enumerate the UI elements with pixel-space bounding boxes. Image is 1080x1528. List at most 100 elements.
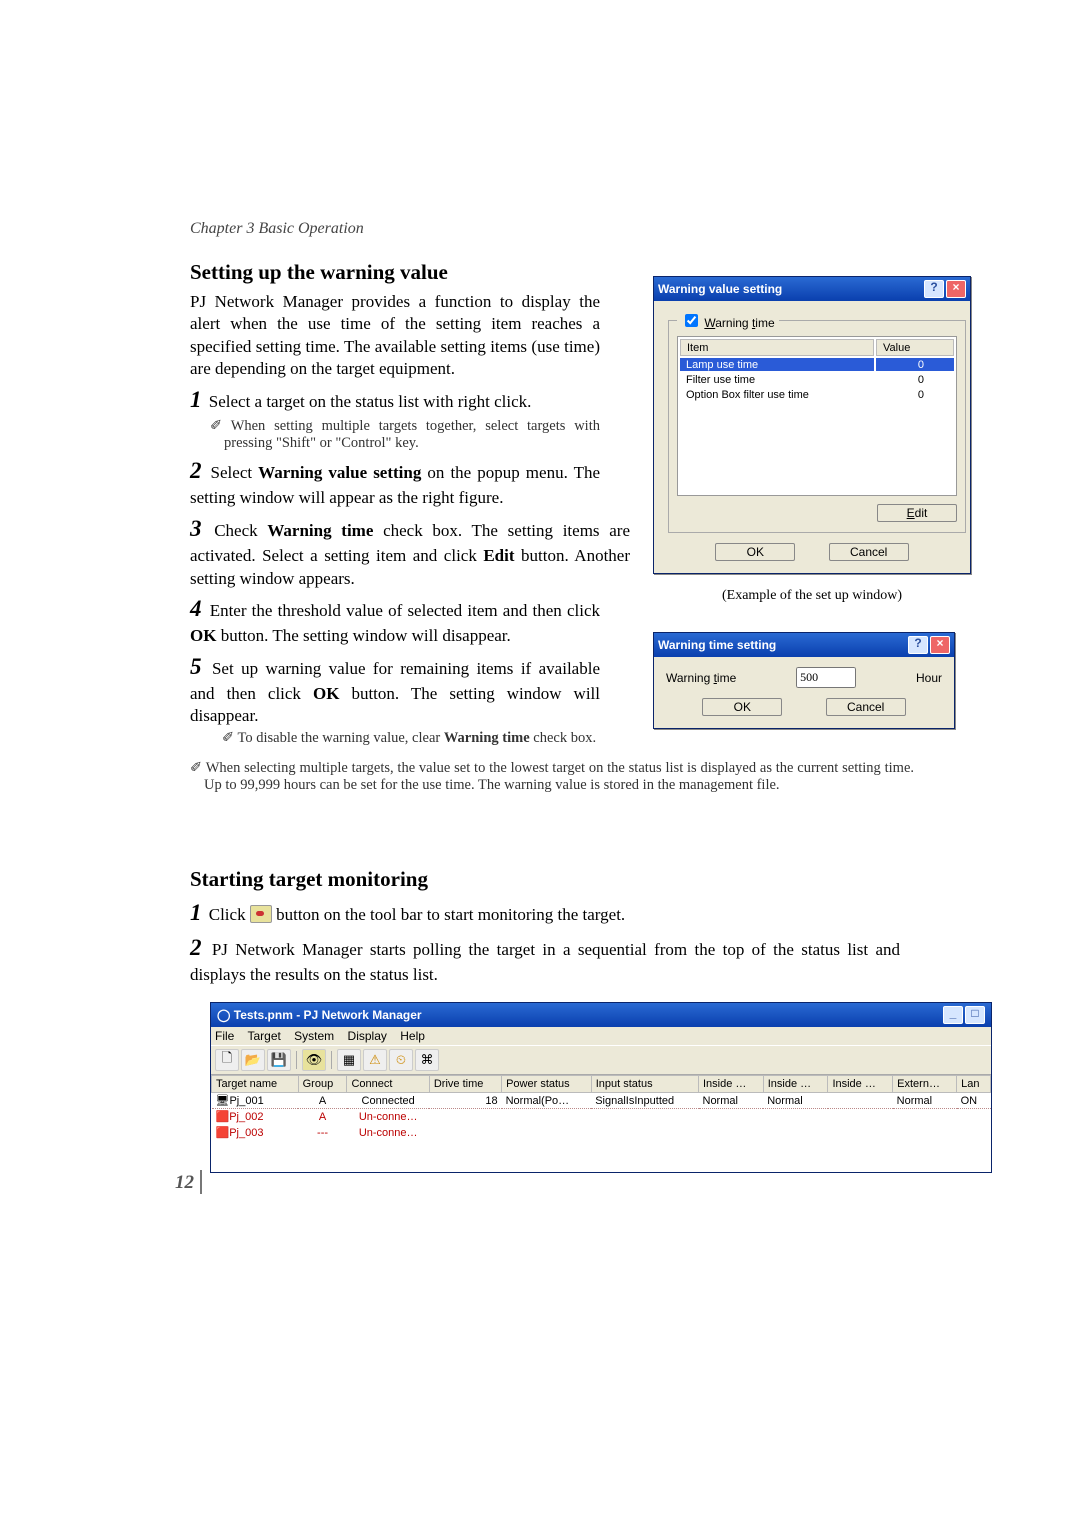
t: 0 [876,388,954,401]
ok-button[interactable]: OK [702,698,782,716]
maximize-icon[interactable]: □ [965,1006,985,1024]
step-3: 3 Check Warning time check box. The sett… [190,514,630,590]
table-row[interactable]: 🟥Pj_002 A Un-conne… [212,1109,991,1125]
step1-text: Select a target on the status list with … [209,392,532,411]
table-row[interactable]: 🖥Pj_001 A Connected 18 Normal(Po… Signal… [212,1093,991,1109]
t: SignalIsInputted [591,1093,698,1109]
col-item[interactable]: Item [680,339,874,356]
table-row[interactable]: Filter use time0 [680,373,954,386]
section2-heading: Starting target monitoring [190,867,905,892]
t: Lamp use time [680,358,874,371]
open-icon[interactable]: 📂 [241,1049,265,1071]
t: OK [190,626,216,645]
col-target-name[interactable]: Target name [212,1076,299,1093]
t: ime [755,316,774,330]
t: button on the tool bar to start monitori… [272,905,625,924]
menu-file[interactable]: File [215,1029,234,1043]
t: Normal [699,1093,764,1109]
cancel-button[interactable]: Cancel [829,543,909,561]
t: 18 [429,1093,501,1109]
t: ON [957,1093,991,1109]
t: Normal [893,1093,957,1109]
projector-icon: 🖥 [216,1095,230,1107]
warning-time-input[interactable] [796,667,856,688]
s2-step-2: 2 PJ Network Manager starts polling the … [190,933,900,987]
t: Un-conne… [347,1125,429,1141]
t: To disable the warning value, clear [238,730,444,746]
toolbar-separator [296,1051,297,1069]
step-5: 5 Set up warning value for remaining ite… [190,652,600,728]
projector-error-icon: 🟥 [216,1111,230,1123]
ok-button[interactable]: OK [715,543,795,561]
warning-icon[interactable]: ⚠ [363,1049,387,1071]
app-titlebar[interactable]: ◯ Tests.pnm - PJ Network Manager _ □ [211,1003,991,1027]
menu-target[interactable]: Target [247,1029,280,1043]
menu-display[interactable]: Display [348,1029,387,1043]
help-icon[interactable]: ? [908,636,928,654]
help-icon[interactable]: ? [924,280,944,298]
t: check box. [530,730,596,746]
warning-value-dialog: Warning value setting ? × Warning time I… [653,276,971,574]
step-1: 1 Select a target on the status list wit… [190,385,600,416]
col-inside1[interactable]: Inside … [699,1076,764,1093]
chapter-header: Chapter 3 Basic Operation [190,220,905,238]
t: OK [313,684,339,703]
warning-time-fieldset: Warning time ItemValue Lamp use time0 Fi… [668,311,966,533]
t: dit [915,506,928,520]
save-icon[interactable]: 💾 [267,1049,291,1071]
monitor-icon[interactable]: 👁 [302,1049,326,1071]
col-power-status[interactable]: Power status [502,1076,592,1093]
t [828,1093,893,1109]
t: Un-conne… [347,1109,429,1125]
minimize-icon[interactable]: _ [943,1006,963,1024]
cancel-button[interactable]: Cancel [826,698,906,716]
log-icon[interactable]: ⏲ [389,1049,413,1071]
warning-time-dialog: Warning time setting ? × Warning time Ho… [653,632,955,729]
edit-button[interactable]: Edit [877,504,957,522]
step-2: 2 Select Warning value setting on the po… [190,456,600,510]
warning-items-table[interactable]: ItemValue Lamp use time0 Filter use time… [677,336,957,496]
section1-intro: PJ Network Manager provides a function t… [190,291,600,381]
dialog1-titlebar[interactable]: Warning value setting ? × [654,277,970,301]
close-icon[interactable]: × [930,636,950,654]
table-row[interactable]: 🟥Pj_003 --- Un-conne… [212,1125,991,1141]
t: Warning value setting [258,463,421,482]
t: Warning [666,671,714,685]
t: Pj_001 [229,1095,263,1107]
col-inside2[interactable]: Inside … [763,1076,828,1093]
col-connect[interactable]: Connect [347,1076,429,1093]
t: Enter the threshold value of selected it… [210,601,600,620]
t: Select [211,463,259,482]
close-icon[interactable]: × [946,280,966,298]
col-inside3[interactable]: Inside … [828,1076,893,1093]
t: A [298,1093,347,1109]
new-icon[interactable]: 🗋 [215,1049,239,1071]
col-drive-time[interactable]: Drive time [429,1076,501,1093]
t: arning [715,316,752,330]
menubar: File Target System Display Help [211,1027,991,1045]
t: Normal [763,1093,828,1109]
t: Click [209,905,250,924]
step-4: 4 Enter the threshold value of selected … [190,594,600,648]
warning-time-label: Warning time [666,671,736,685]
target-icon[interactable]: ▦ [337,1049,361,1071]
toolbar-separator [331,1051,332,1069]
col-extern[interactable]: Extern… [893,1076,957,1093]
table-row[interactable]: Lamp use time0 [680,358,954,371]
warning-time-checkbox[interactable]: Warning time [681,316,775,330]
col-value[interactable]: Value [876,339,954,356]
status-list-table[interactable]: Target name Group Connect Drive time Pow… [211,1075,991,1172]
t: A [298,1109,347,1125]
col-lan[interactable]: Lan [957,1076,991,1093]
dialog2-titlebar[interactable]: Warning time setting ? × [654,633,954,657]
menu-system[interactable]: System [294,1029,334,1043]
col-group[interactable]: Group [298,1076,347,1093]
dialog2-title: Warning time setting [658,638,776,652]
col-input-status[interactable]: Input status [591,1076,698,1093]
table-row[interactable]: Option Box filter use time0 [680,388,954,401]
command-icon[interactable]: ⌘ [415,1049,439,1071]
t: 0 [876,358,954,371]
menu-help[interactable]: Help [400,1029,425,1043]
t: Pj_003 [229,1127,263,1139]
t: Warning time [444,730,530,746]
